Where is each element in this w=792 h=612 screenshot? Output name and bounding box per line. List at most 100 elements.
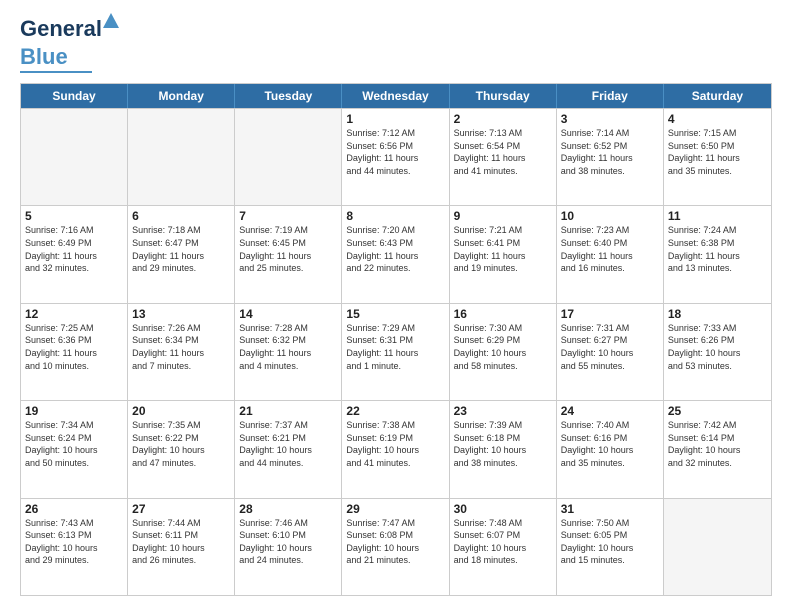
day-number: 29 — [346, 502, 444, 516]
day-info: Sunrise: 7:43 AMSunset: 6:13 PMDaylight:… — [25, 517, 123, 567]
day-number: 6 — [132, 209, 230, 223]
weekday-header-monday: Monday — [128, 84, 235, 108]
day-number: 2 — [454, 112, 552, 126]
day-number: 21 — [239, 404, 337, 418]
empty-cell-0-2 — [235, 109, 342, 205]
day-cell-13: 13Sunrise: 7:26 AMSunset: 6:34 PMDayligh… — [128, 304, 235, 400]
day-info: Sunrise: 7:21 AMSunset: 6:41 PMDaylight:… — [454, 224, 552, 274]
day-info: Sunrise: 7:46 AMSunset: 6:10 PMDaylight:… — [239, 517, 337, 567]
day-info: Sunrise: 7:42 AMSunset: 6:14 PMDaylight:… — [668, 419, 767, 469]
weekday-header-wednesday: Wednesday — [342, 84, 449, 108]
logo-blue: Blue — [20, 44, 68, 69]
day-cell-27: 27Sunrise: 7:44 AMSunset: 6:11 PMDayligh… — [128, 499, 235, 595]
day-cell-26: 26Sunrise: 7:43 AMSunset: 6:13 PMDayligh… — [21, 499, 128, 595]
day-number: 19 — [25, 404, 123, 418]
day-cell-24: 24Sunrise: 7:40 AMSunset: 6:16 PMDayligh… — [557, 401, 664, 497]
day-cell-17: 17Sunrise: 7:31 AMSunset: 6:27 PMDayligh… — [557, 304, 664, 400]
day-info: Sunrise: 7:28 AMSunset: 6:32 PMDaylight:… — [239, 322, 337, 372]
weekday-header-friday: Friday — [557, 84, 664, 108]
empty-cell-0-0 — [21, 109, 128, 205]
day-number: 3 — [561, 112, 659, 126]
header: General Blue — [20, 16, 772, 73]
day-info: Sunrise: 7:30 AMSunset: 6:29 PMDaylight:… — [454, 322, 552, 372]
day-info: Sunrise: 7:19 AMSunset: 6:45 PMDaylight:… — [239, 224, 337, 274]
day-number: 30 — [454, 502, 552, 516]
day-cell-28: 28Sunrise: 7:46 AMSunset: 6:10 PMDayligh… — [235, 499, 342, 595]
day-number: 28 — [239, 502, 337, 516]
day-info: Sunrise: 7:14 AMSunset: 6:52 PMDaylight:… — [561, 127, 659, 177]
day-info: Sunrise: 7:44 AMSunset: 6:11 PMDaylight:… — [132, 517, 230, 567]
day-cell-2: 2Sunrise: 7:13 AMSunset: 6:54 PMDaylight… — [450, 109, 557, 205]
day-number: 5 — [25, 209, 123, 223]
day-info: Sunrise: 7:15 AMSunset: 6:50 PMDaylight:… — [668, 127, 767, 177]
logo-general: General — [20, 16, 102, 41]
calendar-row-2: 12Sunrise: 7:25 AMSunset: 6:36 PMDayligh… — [21, 303, 771, 400]
day-number: 18 — [668, 307, 767, 321]
day-number: 31 — [561, 502, 659, 516]
day-number: 12 — [25, 307, 123, 321]
day-cell-14: 14Sunrise: 7:28 AMSunset: 6:32 PMDayligh… — [235, 304, 342, 400]
day-cell-6: 6Sunrise: 7:18 AMSunset: 6:47 PMDaylight… — [128, 206, 235, 302]
day-cell-20: 20Sunrise: 7:35 AMSunset: 6:22 PMDayligh… — [128, 401, 235, 497]
day-number: 8 — [346, 209, 444, 223]
calendar-body: 1Sunrise: 7:12 AMSunset: 6:56 PMDaylight… — [21, 108, 771, 595]
day-info: Sunrise: 7:40 AMSunset: 6:16 PMDaylight:… — [561, 419, 659, 469]
day-info: Sunrise: 7:38 AMSunset: 6:19 PMDaylight:… — [346, 419, 444, 469]
day-number: 27 — [132, 502, 230, 516]
day-number: 7 — [239, 209, 337, 223]
day-info: Sunrise: 7:12 AMSunset: 6:56 PMDaylight:… — [346, 127, 444, 177]
calendar-row-4: 26Sunrise: 7:43 AMSunset: 6:13 PMDayligh… — [21, 498, 771, 595]
day-cell-5: 5Sunrise: 7:16 AMSunset: 6:49 PMDaylight… — [21, 206, 128, 302]
day-number: 20 — [132, 404, 230, 418]
day-info: Sunrise: 7:37 AMSunset: 6:21 PMDaylight:… — [239, 419, 337, 469]
day-cell-22: 22Sunrise: 7:38 AMSunset: 6:19 PMDayligh… — [342, 401, 449, 497]
day-cell-10: 10Sunrise: 7:23 AMSunset: 6:40 PMDayligh… — [557, 206, 664, 302]
day-cell-15: 15Sunrise: 7:29 AMSunset: 6:31 PMDayligh… — [342, 304, 449, 400]
day-number: 22 — [346, 404, 444, 418]
day-cell-8: 8Sunrise: 7:20 AMSunset: 6:43 PMDaylight… — [342, 206, 449, 302]
logo: General Blue — [20, 16, 102, 73]
day-number: 16 — [454, 307, 552, 321]
page: General Blue SundayMondayTuesdayWednesda… — [0, 0, 792, 612]
day-info: Sunrise: 7:16 AMSunset: 6:49 PMDaylight:… — [25, 224, 123, 274]
empty-cell-4-6 — [664, 499, 771, 595]
day-info: Sunrise: 7:29 AMSunset: 6:31 PMDaylight:… — [346, 322, 444, 372]
day-info: Sunrise: 7:31 AMSunset: 6:27 PMDaylight:… — [561, 322, 659, 372]
day-number: 17 — [561, 307, 659, 321]
day-cell-30: 30Sunrise: 7:48 AMSunset: 6:07 PMDayligh… — [450, 499, 557, 595]
day-info: Sunrise: 7:13 AMSunset: 6:54 PMDaylight:… — [454, 127, 552, 177]
day-number: 24 — [561, 404, 659, 418]
day-cell-21: 21Sunrise: 7:37 AMSunset: 6:21 PMDayligh… — [235, 401, 342, 497]
day-cell-12: 12Sunrise: 7:25 AMSunset: 6:36 PMDayligh… — [21, 304, 128, 400]
day-info: Sunrise: 7:34 AMSunset: 6:24 PMDaylight:… — [25, 419, 123, 469]
day-number: 26 — [25, 502, 123, 516]
day-cell-25: 25Sunrise: 7:42 AMSunset: 6:14 PMDayligh… — [664, 401, 771, 497]
day-info: Sunrise: 7:20 AMSunset: 6:43 PMDaylight:… — [346, 224, 444, 274]
day-cell-3: 3Sunrise: 7:14 AMSunset: 6:52 PMDaylight… — [557, 109, 664, 205]
day-cell-29: 29Sunrise: 7:47 AMSunset: 6:08 PMDayligh… — [342, 499, 449, 595]
day-number: 9 — [454, 209, 552, 223]
calendar-row-0: 1Sunrise: 7:12 AMSunset: 6:56 PMDaylight… — [21, 108, 771, 205]
day-number: 11 — [668, 209, 767, 223]
day-info: Sunrise: 7:33 AMSunset: 6:26 PMDaylight:… — [668, 322, 767, 372]
day-info: Sunrise: 7:50 AMSunset: 6:05 PMDaylight:… — [561, 517, 659, 567]
day-cell-19: 19Sunrise: 7:34 AMSunset: 6:24 PMDayligh… — [21, 401, 128, 497]
day-number: 4 — [668, 112, 767, 126]
day-number: 23 — [454, 404, 552, 418]
empty-cell-0-1 — [128, 109, 235, 205]
calendar-row-1: 5Sunrise: 7:16 AMSunset: 6:49 PMDaylight… — [21, 205, 771, 302]
day-cell-7: 7Sunrise: 7:19 AMSunset: 6:45 PMDaylight… — [235, 206, 342, 302]
day-number: 25 — [668, 404, 767, 418]
day-number: 14 — [239, 307, 337, 321]
day-info: Sunrise: 7:26 AMSunset: 6:34 PMDaylight:… — [132, 322, 230, 372]
day-info: Sunrise: 7:18 AMSunset: 6:47 PMDaylight:… — [132, 224, 230, 274]
day-info: Sunrise: 7:23 AMSunset: 6:40 PMDaylight:… — [561, 224, 659, 274]
day-info: Sunrise: 7:47 AMSunset: 6:08 PMDaylight:… — [346, 517, 444, 567]
day-number: 13 — [132, 307, 230, 321]
day-cell-18: 18Sunrise: 7:33 AMSunset: 6:26 PMDayligh… — [664, 304, 771, 400]
day-number: 15 — [346, 307, 444, 321]
day-cell-4: 4Sunrise: 7:15 AMSunset: 6:50 PMDaylight… — [664, 109, 771, 205]
calendar-row-3: 19Sunrise: 7:34 AMSunset: 6:24 PMDayligh… — [21, 400, 771, 497]
calendar-header: SundayMondayTuesdayWednesdayThursdayFrid… — [21, 84, 771, 108]
weekday-header-saturday: Saturday — [664, 84, 771, 108]
